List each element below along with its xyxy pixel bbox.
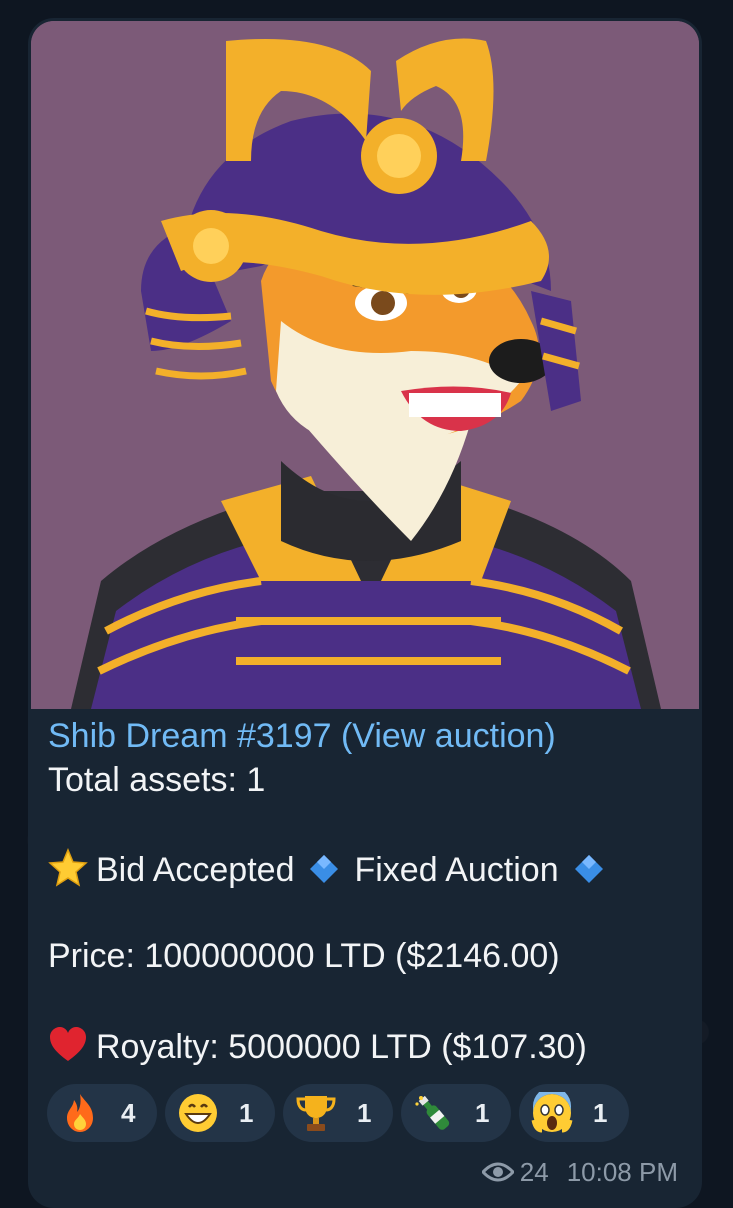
- royalty-line: Royalty: 5000000 LTD ($107.30): [48, 1025, 682, 1067]
- views-count: 24: [519, 1157, 549, 1187]
- blue-diamond-icon: [574, 855, 603, 883]
- bid-status-text: Bid Accepted: [96, 851, 295, 889]
- reaction-champagne[interactable]: 1: [401, 1084, 511, 1142]
- star-icon: [48, 848, 88, 887]
- view-auction-link[interactable]: Shib Dream #3197 (View auction): [48, 717, 556, 755]
- reaction-fire[interactable]: 4: [47, 1084, 157, 1142]
- nft-image[interactable]: [31, 21, 699, 709]
- reaction-count: 1: [593, 1098, 608, 1128]
- views-eye-icon: [481, 1162, 514, 1182]
- total-assets-text: Total assets: 1: [48, 761, 266, 799]
- royalty-text: Royalty: 5000000 LTD ($107.30): [96, 1028, 587, 1066]
- reaction-count: 1: [239, 1098, 254, 1128]
- champagne-bottle-icon: [415, 1095, 450, 1130]
- message-meta: 24 10:08 PM: [481, 1156, 678, 1188]
- trophy-icon: [296, 1096, 336, 1131]
- red-heart-icon: [50, 1027, 86, 1061]
- auction-type-text: Fixed Auction: [354, 851, 559, 889]
- message-bubble[interactable]: Shib Dream #3197 (View auction) Total as…: [28, 18, 702, 1208]
- reaction-count: 1: [357, 1098, 372, 1128]
- reaction-count: 4: [121, 1098, 136, 1128]
- fire-icon: [67, 1094, 93, 1132]
- reaction-screaming[interactable]: 1: [519, 1084, 629, 1142]
- reaction-grinning[interactable]: 1: [165, 1084, 275, 1142]
- blue-diamond-icon: [310, 855, 339, 883]
- auction-status-line: Bid Accepted Fixed Auction: [48, 848, 682, 890]
- screaming-face-icon: [531, 1092, 573, 1133]
- reaction-count: 1: [475, 1098, 490, 1128]
- reaction-trophy[interactable]: 1: [283, 1084, 393, 1142]
- message-time: 10:08 PM: [566, 1157, 678, 1187]
- grinning-face-icon: [179, 1094, 217, 1132]
- price-text: Price: 100000000 LTD ($2146.00): [48, 937, 560, 975]
